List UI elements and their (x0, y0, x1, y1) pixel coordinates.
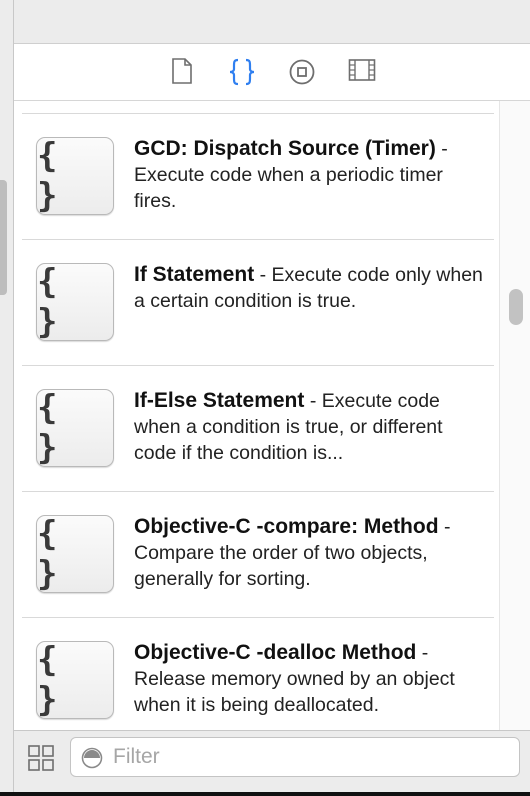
snippet-text: GCD: Dispatch Source (Timer) - Execute c… (134, 136, 484, 214)
snippet-text: If-Else Statement - Execute code when a … (134, 388, 484, 466)
snippet-text: Objective-C -dealloc Method - Release me… (134, 640, 484, 718)
tab-media-library[interactable] (347, 58, 377, 86)
snippet-title: Objective-C -dealloc Method (134, 641, 417, 664)
film-strip-icon (348, 59, 376, 81)
tab-code-snippet-library[interactable] (227, 58, 257, 86)
list-item[interactable]: { } If-Else Statement - Execute code whe… (22, 365, 494, 491)
list-item[interactable]: { } Objective-C -dealloc Method - Releas… (22, 617, 494, 730)
braces-icon: { } (36, 388, 114, 468)
snippet-title: GCD: Dispatch Source (Timer) (134, 137, 436, 160)
list-item[interactable]: { } GCD: Dispatch Source (Timer) - Execu… (22, 113, 494, 239)
inspector-area (14, 0, 530, 44)
snippet-text: Objective-C -compare: Method - Compare t… (134, 514, 484, 592)
document-icon (172, 58, 192, 84)
filter-bar (14, 730, 530, 796)
snippet-title: If-Else Statement (134, 389, 305, 412)
braces-icon: { } (36, 640, 114, 720)
list-item[interactable]: { } Objective-C -compare: Method - Compa… (22, 491, 494, 617)
tab-object-library[interactable] (287, 58, 317, 86)
vertical-scrollbar[interactable] (499, 101, 530, 730)
grid-icon (28, 745, 54, 771)
grid-view-toggle[interactable] (28, 745, 54, 771)
library-panel: { } GCD: Dispatch Source (Timer) - Execu… (14, 0, 530, 796)
splitter-handle[interactable] (0, 180, 7, 295)
snippet-title: Objective-C -compare: Method (134, 515, 439, 538)
filter-input[interactable] (113, 742, 503, 772)
library-tab-bar (14, 44, 530, 101)
braces-icon: { } (36, 514, 114, 594)
braces-icon: { } (36, 136, 114, 216)
snippet-text: If Statement - Execute code only when a … (134, 262, 484, 314)
list-item[interactable]: { } If Statement - Execute code only whe… (22, 239, 494, 365)
window-bottom-edge (0, 792, 530, 796)
filter-field[interactable] (70, 737, 520, 777)
snippet-list[interactable]: { } GCD: Dispatch Source (Timer) - Execu… (14, 101, 530, 730)
tab-file-template-library[interactable] (167, 58, 197, 86)
circle-square-icon (289, 59, 315, 85)
filter-icon (81, 747, 103, 769)
braces-icon: { } (36, 262, 114, 342)
snippet-title: If Statement (134, 263, 255, 286)
scrollbar-thumb[interactable] (509, 289, 523, 325)
braces-icon (229, 58, 255, 86)
left-splitter[interactable] (0, 0, 14, 796)
